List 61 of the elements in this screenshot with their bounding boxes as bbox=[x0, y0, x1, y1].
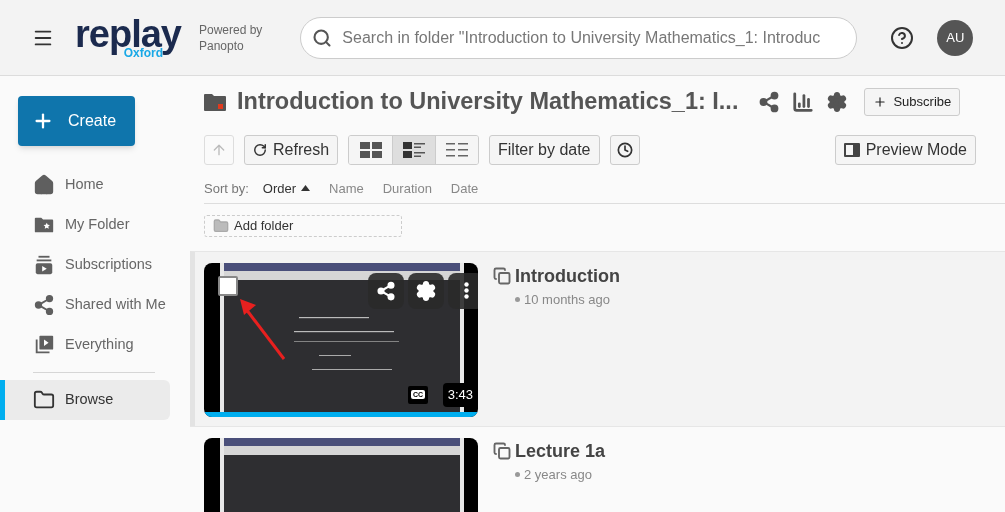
view-mode-button[interactable] bbox=[392, 136, 436, 165]
sort-option[interactable]: Date bbox=[450, 178, 479, 198]
video-library-icon bbox=[33, 334, 55, 356]
session-icon bbox=[493, 267, 511, 286]
folder-icon bbox=[33, 389, 55, 411]
search-field[interactable]: Search in folder "Introduction to University Mathematics_1: Introduc bbox=[300, 16, 858, 59]
arrow-annotation bbox=[238, 296, 286, 361]
session-row[interactable]: Lecture 1a 2 years ago bbox=[190, 425, 1005, 512]
help-button[interactable] bbox=[889, 24, 916, 51]
view-mode-button[interactable] bbox=[435, 136, 479, 165]
settings-icon bbox=[415, 279, 437, 302]
share-icon bbox=[376, 280, 396, 301]
add-folder-button[interactable]: Add folder bbox=[204, 215, 402, 237]
folder-title: Introduction to University Mathematics_1: I... bbox=[237, 87, 739, 116]
settings-icon[interactable] bbox=[826, 90, 849, 113]
sort-label: Sort by: bbox=[204, 179, 249, 198]
session-age: 2 years ago bbox=[524, 465, 592, 484]
session-title[interactable]: Introduction bbox=[515, 262, 620, 290]
sidebar-item[interactable]: Everything bbox=[0, 325, 170, 365]
list-view-icon bbox=[446, 143, 469, 158]
filter-by-date-button[interactable]: Filter by date bbox=[489, 135, 600, 166]
settings-button[interactable] bbox=[408, 272, 444, 309]
preview-icon bbox=[843, 143, 860, 158]
refresh-icon bbox=[253, 143, 267, 158]
home-icon bbox=[33, 174, 55, 196]
view-mode-button[interactable] bbox=[349, 136, 393, 165]
preview-mode-button[interactable]: Preview Mode bbox=[834, 135, 976, 166]
sort-option[interactable]: Order bbox=[262, 178, 311, 198]
bar-chart-icon[interactable] bbox=[792, 90, 815, 113]
sort-option[interactable]: Name bbox=[329, 178, 364, 198]
sidebar-item[interactable]: Subscriptions bbox=[0, 245, 170, 285]
share-icon[interactable] bbox=[758, 90, 781, 113]
select-checkbox[interactable] bbox=[218, 275, 238, 296]
more-options-button[interactable] bbox=[448, 272, 478, 309]
sidebar-item[interactable]: My Folder bbox=[0, 205, 170, 245]
refresh-button[interactable]: Refresh bbox=[244, 135, 339, 166]
add-folder-icon bbox=[213, 218, 229, 234]
subscribe-button[interactable]: Subscribe bbox=[864, 87, 961, 116]
sidebar-item[interactable]: Shared with Me bbox=[0, 285, 170, 325]
more-icon bbox=[463, 282, 469, 300]
clock-icon bbox=[616, 142, 633, 159]
grid-view-icon bbox=[359, 142, 382, 159]
search-icon bbox=[312, 27, 333, 48]
share-icon bbox=[33, 294, 55, 316]
folder-icon bbox=[204, 91, 226, 112]
sort-ascending-icon bbox=[301, 185, 311, 192]
detail-view-icon bbox=[403, 142, 426, 159]
help-icon bbox=[890, 25, 915, 50]
session-icon bbox=[493, 442, 511, 461]
share-button[interactable] bbox=[368, 272, 404, 309]
session-age: 10 months ago bbox=[524, 290, 610, 309]
create-button[interactable]: Create bbox=[18, 96, 135, 146]
powered-by-text: Powered by bbox=[198, 21, 263, 38]
provider-text: Panopto bbox=[198, 37, 245, 54]
subscriptions-icon bbox=[33, 254, 55, 276]
sidebar-item[interactable]: Home bbox=[0, 165, 170, 205]
plus-icon bbox=[873, 94, 888, 109]
user-avatar[interactable]: AU bbox=[937, 19, 974, 56]
session-title[interactable]: Lecture 1a bbox=[515, 437, 606, 465]
sidebar-item[interactable]: Browse bbox=[0, 380, 170, 420]
clock-button[interactable] bbox=[609, 135, 640, 166]
